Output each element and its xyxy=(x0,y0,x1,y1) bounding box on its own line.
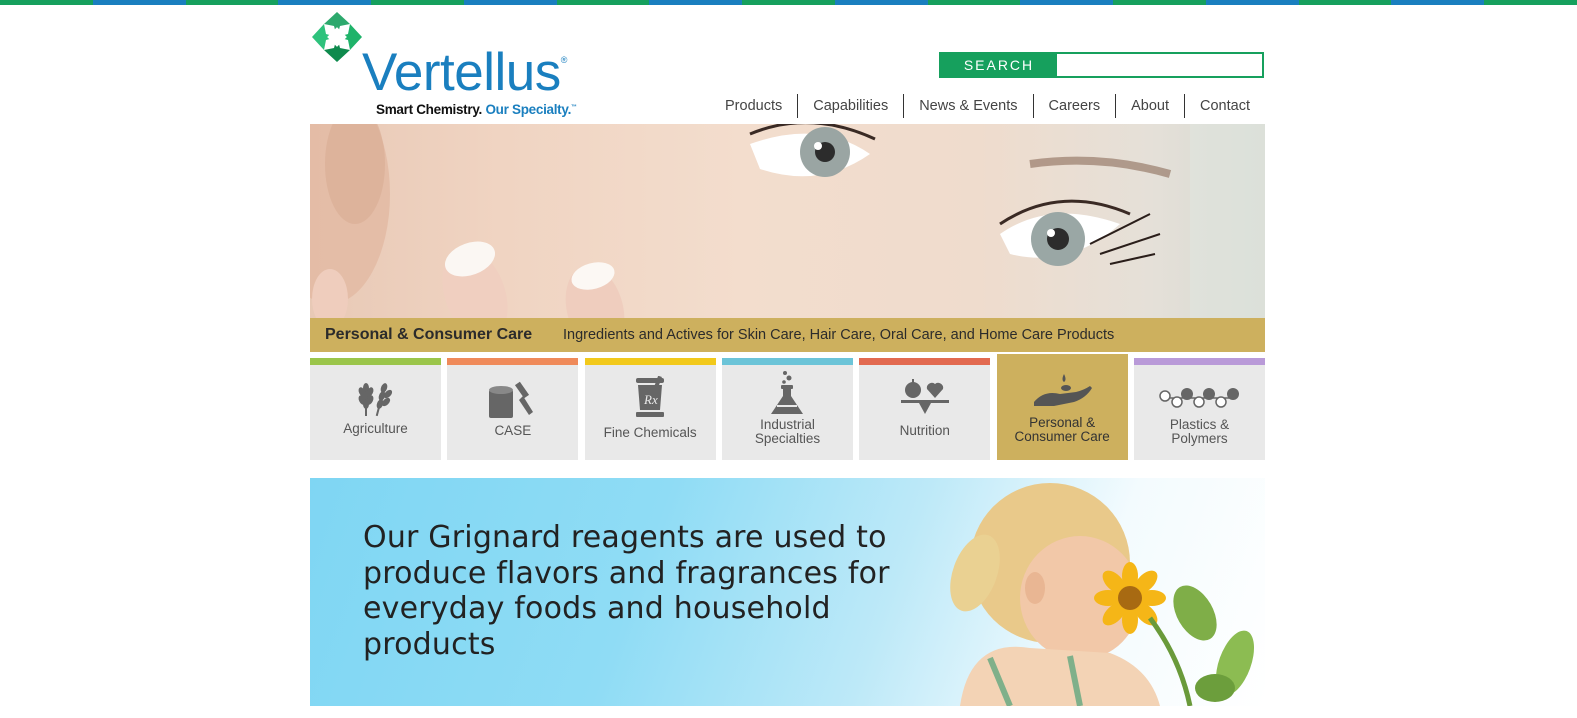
top-strip-segment xyxy=(92,0,186,5)
nav-item-news-events[interactable]: News & Events xyxy=(903,94,1032,118)
tile-color-bar xyxy=(859,358,991,365)
nav-item-careers[interactable]: Careers xyxy=(1032,94,1116,118)
nav-item-contact[interactable]: Contact xyxy=(1184,94,1265,118)
flask-icon xyxy=(771,371,804,414)
tile-label-line2: Specialties xyxy=(754,431,821,446)
tile-color-bar xyxy=(447,358,579,365)
top-strip-segment xyxy=(1298,0,1392,5)
tile-plastics-polymers[interactable]: Plastics & Polymers xyxy=(1133,358,1265,460)
paint-can-brush-icon xyxy=(488,381,533,418)
svg-text:Rx: Rx xyxy=(643,392,658,407)
tile-label: CASE xyxy=(494,423,532,438)
polymer-chain-icon xyxy=(1159,388,1240,408)
tile-label-line2: Polymers xyxy=(1171,431,1228,446)
search-button[interactable]: SEARCH xyxy=(941,54,1057,76)
logo-wordmark: Vertellus® xyxy=(362,46,567,99)
tile-case[interactable]: CASE xyxy=(447,358,579,460)
nav-item-products[interactable]: Products xyxy=(710,94,797,118)
logo[interactable]: Vertellus® Smart Chemistry. Our Specialt… xyxy=(310,10,600,120)
apple-heart-scale-icon xyxy=(900,379,949,414)
wheat-icon xyxy=(358,383,392,417)
tile-color-bar xyxy=(584,358,716,365)
banner-headline: Our Grignard reagents are used to produc… xyxy=(363,520,890,662)
top-strip-segment xyxy=(0,0,93,5)
top-strip-segment xyxy=(1484,0,1577,5)
vertellus-logo-mark-icon xyxy=(312,12,362,62)
tile-label-line2: Consumer Care xyxy=(1014,429,1110,444)
page-container: Vertellus® Smart Chemistry. Our Specialt… xyxy=(310,0,1265,718)
tile-label: Plastics & xyxy=(1169,417,1230,432)
tile-color-bar xyxy=(310,358,441,365)
nav-item-about[interactable]: About xyxy=(1115,94,1184,118)
hero-caption-bar: Personal & Consumer Care Ingredients and… xyxy=(310,318,1265,352)
category-tiles: Agriculture CASE Rx Fine Chemicals Indus… xyxy=(310,354,1265,460)
logo-name: Vertellus xyxy=(362,43,561,102)
tile-agriculture[interactable]: Agriculture xyxy=(310,358,441,460)
tile-nutrition[interactable]: Nutrition xyxy=(859,358,991,460)
tagline-dark: Smart Chemistry. xyxy=(376,102,482,117)
logo-tagline: Smart Chemistry. Our Specialty.™ xyxy=(376,102,577,117)
tagline-blue: Our Specialty. xyxy=(485,102,572,117)
logo-registered-mark: ® xyxy=(560,55,568,65)
tile-color-bar xyxy=(721,358,853,365)
tagline-trademark: ™ xyxy=(571,104,577,111)
tile-personal-consumer-care[interactable]: Personal & Consumer Care xyxy=(996,354,1128,460)
main-nav: Products Capabilities News & Events Care… xyxy=(710,94,1265,118)
search-box: SEARCH xyxy=(939,52,1264,78)
tile-label: Fine Chemicals xyxy=(603,425,697,440)
tile-color-bar xyxy=(1133,358,1265,365)
tile-fine-chemicals[interactable]: Rx Fine Chemicals xyxy=(584,358,716,460)
tile-label: Nutrition xyxy=(899,423,950,438)
hero-description: Ingredients and Actives for Skin Care, H… xyxy=(563,327,1115,343)
search-input[interactable] xyxy=(1057,54,1262,76)
tile-industrial-specialties[interactable]: Industrial Specialties xyxy=(721,358,853,460)
tile-label: Personal & xyxy=(1029,415,1096,430)
hero-banner[interactable]: Personal & Consumer Care Ingredients and… xyxy=(310,124,1265,352)
nav-item-capabilities[interactable]: Capabilities xyxy=(797,94,903,118)
tile-label: Agriculture xyxy=(343,421,408,436)
hero-title: Personal & Consumer Care xyxy=(325,326,533,343)
mortar-pestle-rx-icon: Rx xyxy=(636,376,665,417)
promo-banner[interactable]: Our Grignard reagents are used to produc… xyxy=(310,478,1265,706)
hand-drop-icon xyxy=(1034,374,1093,406)
top-strip-segment xyxy=(1391,0,1485,5)
tile-label: Industrial xyxy=(760,417,815,432)
top-strip-segment xyxy=(185,0,279,5)
